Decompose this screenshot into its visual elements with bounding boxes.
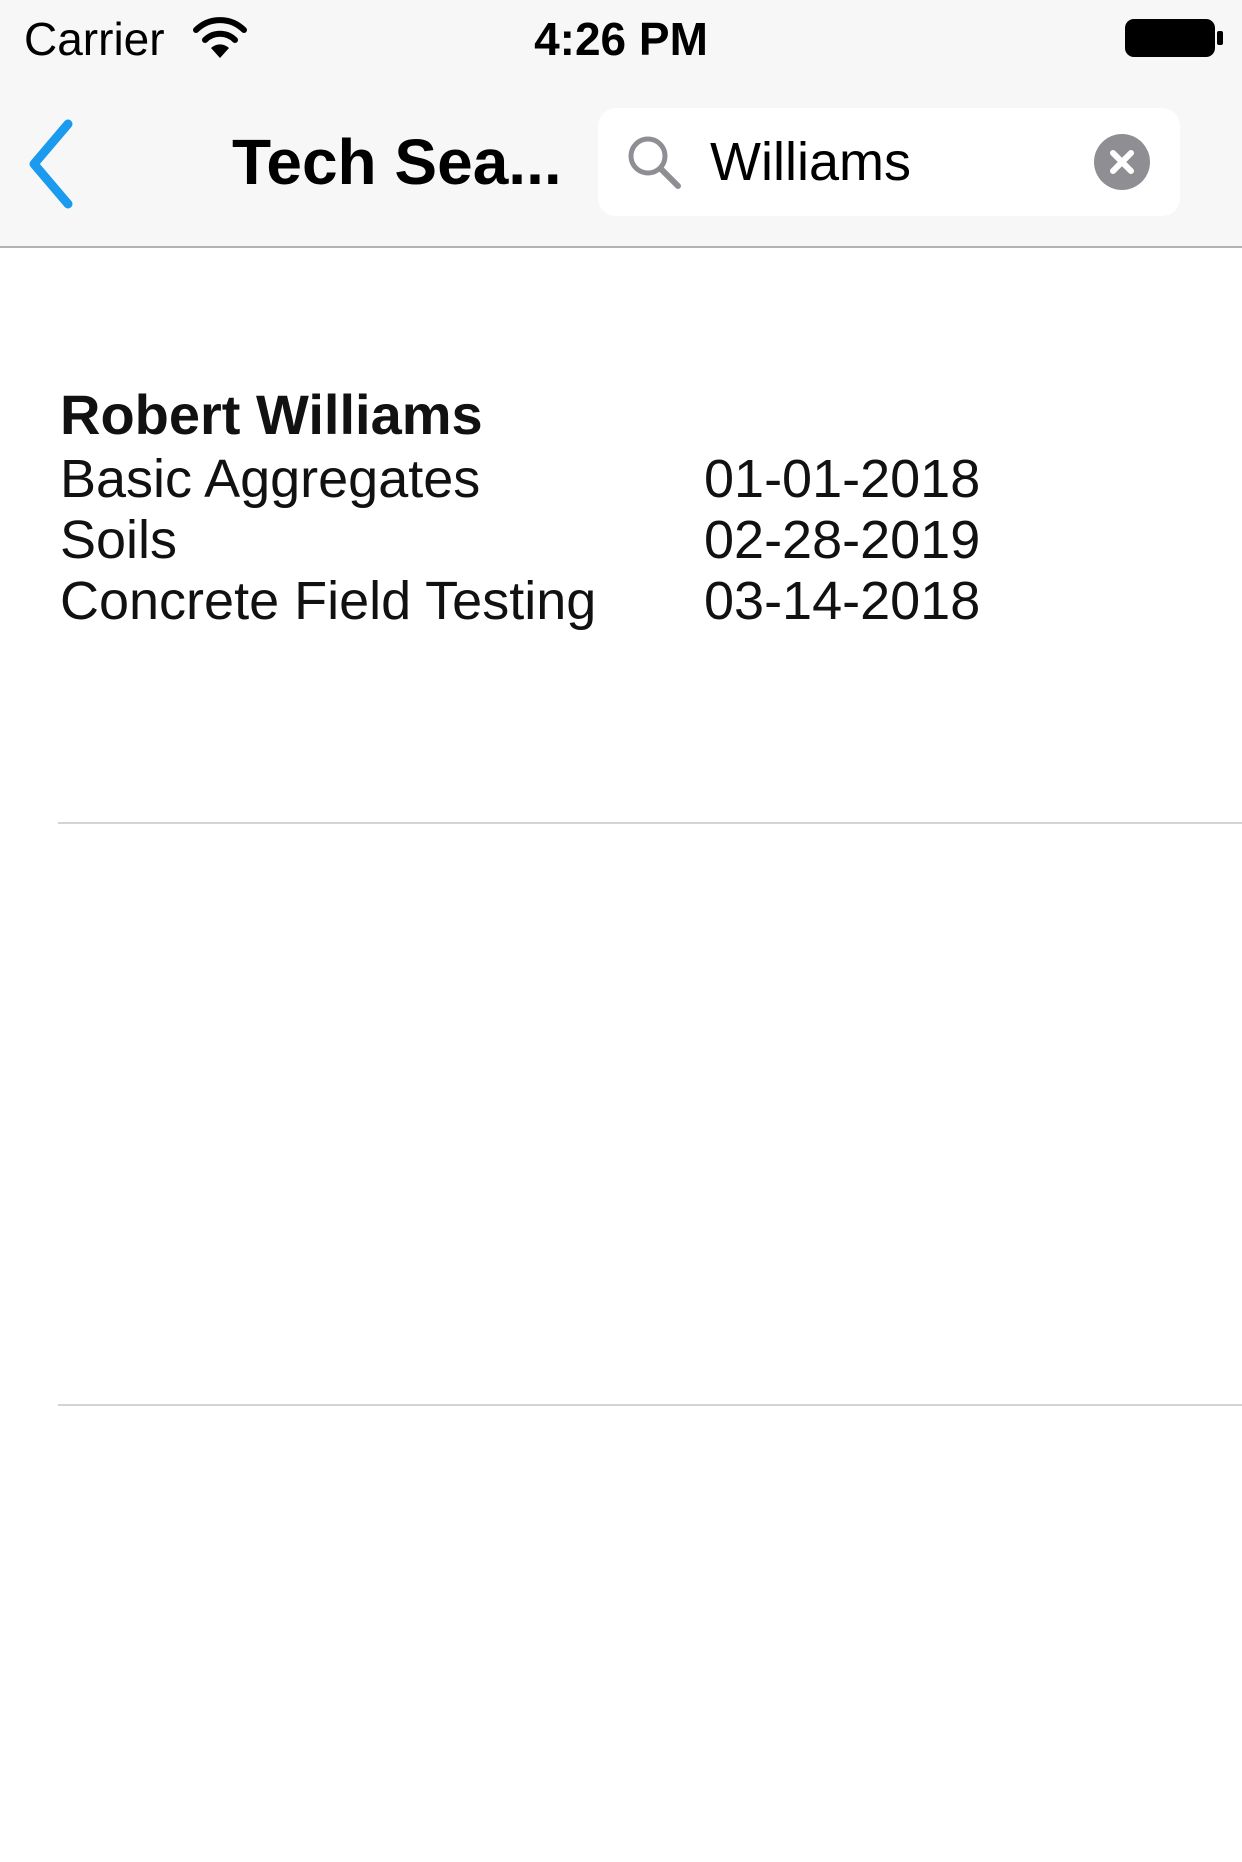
certification-name: Concrete Field Testing — [60, 571, 597, 631]
battery-icon — [1124, 16, 1224, 60]
certification-row: Basic Aggregates 01-01-2018 — [60, 448, 1060, 510]
search-field[interactable] — [598, 108, 1180, 216]
certification-row: Soils 02-28-2019 — [60, 509, 1060, 571]
chevron-left-icon — [29, 119, 73, 209]
certification-date: 02-28-2019 — [704, 510, 981, 570]
certification-date: 03-14-2018 — [704, 571, 981, 631]
page-title: Tech Sea... — [232, 126, 562, 198]
search-icon — [626, 134, 684, 192]
person-name: Robert Williams — [60, 383, 483, 446]
row-separator — [58, 1404, 1242, 1406]
status-time: 4:26 PM — [534, 13, 708, 65]
clear-icon — [1110, 150, 1134, 174]
row-separator — [58, 822, 1242, 824]
certification-date: 01-01-2018 — [704, 449, 981, 509]
clear-search-button[interactable] — [1094, 134, 1150, 190]
back-button[interactable] — [22, 112, 92, 212]
screen: Carrier 4:26 PM Tech Sea... Williams Rob… — [0, 0, 1242, 1862]
navigation-bar: Carrier 4:26 PM Tech Sea... — [0, 0, 1242, 248]
search-input[interactable] — [710, 122, 1070, 202]
certification-name: Soils — [60, 510, 178, 570]
result-cell[interactable]: Robert Williams Basic Aggregates 01-01-2… — [0, 248, 1242, 824]
certification-row: Concrete Field Testing 03-14-2018 — [60, 570, 1060, 632]
empty-cell — [0, 826, 1242, 1406]
certification-name: Basic Aggregates — [60, 449, 481, 509]
